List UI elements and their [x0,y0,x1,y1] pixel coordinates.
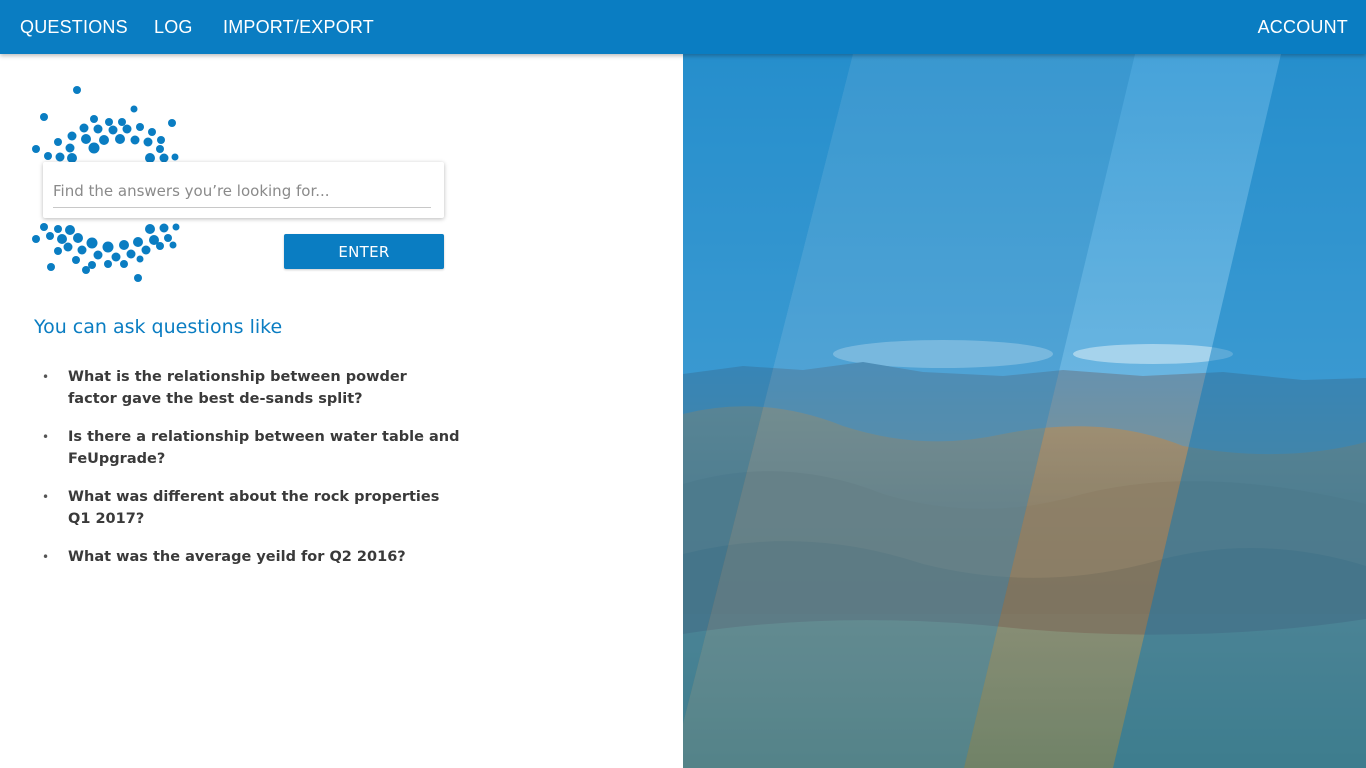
example-question-text: Is there a relationship between water ta… [68,429,460,467]
example-questions-list: • What is the relationship between powde… [0,366,480,584]
bullet-icon: • [42,550,50,564]
bullet-icon: • [42,490,50,504]
example-question-item[interactable]: • What is the relationship between powde… [0,366,460,410]
nav-import-export[interactable]: IMPORT/EXPORT [223,0,374,54]
nav-account[interactable]: ACCOUNT [1258,0,1348,54]
example-question-item[interactable]: • What was different about the rock prop… [0,486,460,530]
search-card [43,162,444,218]
examples-heading: You can ask questions like [34,316,283,338]
bullet-icon: • [42,430,50,444]
example-question-item[interactable]: • Is there a relationship between water … [0,426,460,470]
landscape-illustration [683,54,1366,768]
search-panel: ENTER You can ask questions like • What … [0,54,683,768]
example-question-text: What is the relationship between powder … [68,369,407,407]
bullet-icon: • [42,370,50,384]
nav-log[interactable]: LOG [154,0,193,54]
hero-landscape-image [683,54,1366,768]
example-question-text: What was different about the rock proper… [68,489,440,527]
nav-questions[interactable]: QUESTIONS [20,0,128,54]
example-question-item[interactable]: • What was the average yeild for Q2 2016… [0,546,460,568]
enter-button[interactable]: ENTER [284,234,444,269]
example-question-text: What was the average yeild for Q2 2016? [68,549,406,565]
top-nav-bar: QUESTIONS LOG IMPORT/EXPORT ACCOUNT [0,0,1366,54]
search-input[interactable] [53,174,431,208]
